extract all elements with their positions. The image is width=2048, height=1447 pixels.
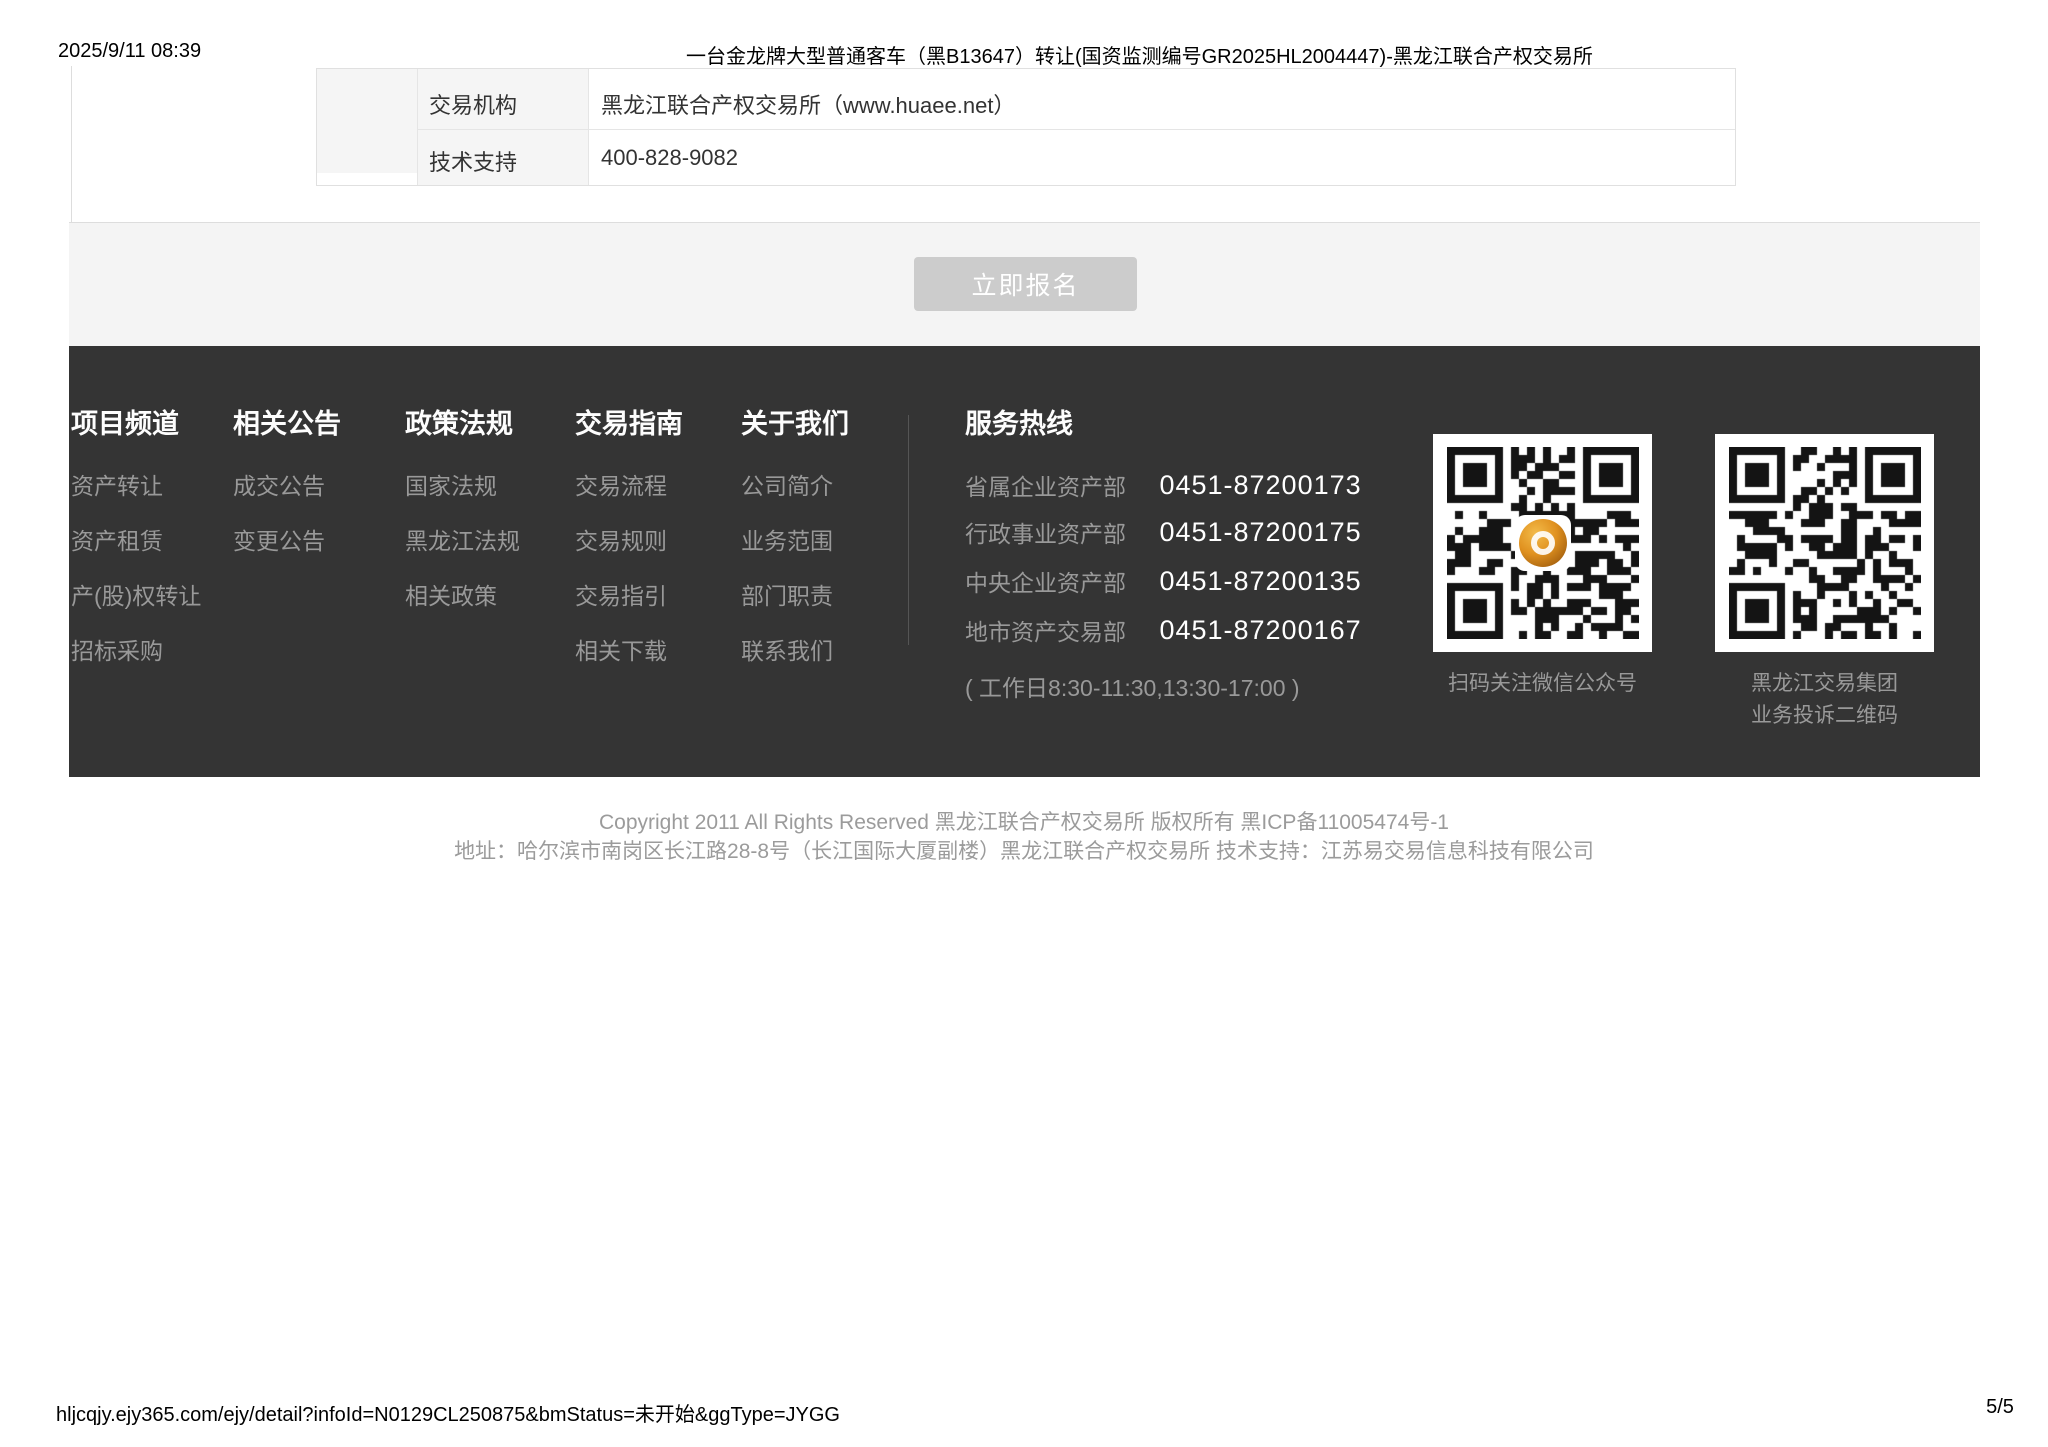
- footer-link[interactable]: 招标采购: [71, 639, 201, 663]
- footer-nav-column-projects: 项目频道 资产转让 资产租赁 产(股)权转让 招标采购: [71, 410, 201, 694]
- footer-link[interactable]: 公司简介: [741, 474, 849, 498]
- footer-link[interactable]: 成交公告: [233, 474, 341, 498]
- table-label-support: 技术支持: [429, 145, 517, 177]
- footer-column-title: 项目频道: [71, 410, 201, 438]
- wechat-qr-code: [1433, 434, 1652, 652]
- exchange-logo-icon: [1515, 515, 1571, 571]
- complaint-qr-code: [1715, 434, 1934, 652]
- hotline-row: 中央企业资产部 0451-87200135: [965, 564, 1362, 598]
- wechat-qr-unit: 扫码关注微信公众号: [1433, 434, 1652, 700]
- footer-link[interactable]: 变更公告: [233, 529, 341, 553]
- service-hotline-title: 服务热线: [965, 410, 1445, 438]
- print-url: hljcqjy.ejy365.com/ejy/detail?infoId=N01…: [56, 1398, 840, 1427]
- hotline-row: 地市资产交易部 0451-87200167: [965, 613, 1362, 647]
- print-datetime: 2025/9/11 08:39: [58, 40, 201, 63]
- hotline-dept: 省属企业资产部: [965, 468, 1155, 502]
- footer-link[interactable]: 交易指引: [575, 584, 683, 608]
- footer-link[interactable]: 相关下载: [575, 639, 683, 663]
- hotline-phone: 0451-87200175: [1159, 517, 1361, 548]
- footer-link[interactable]: 资产租赁: [71, 529, 201, 553]
- footer-link[interactable]: 部门职责: [741, 584, 849, 608]
- print-page: 2025/9/11 08:39 一台金龙牌大型普通客车（黑B13647）转让(国…: [0, 0, 2048, 1447]
- footer-link[interactable]: 相关政策: [405, 584, 520, 608]
- footer-column-title: 关于我们: [741, 410, 849, 438]
- complaint-qr-caption: 黑龙江交易集团 业务投诉二维码: [1715, 668, 1934, 732]
- hotline-row: 省属企业资产部 0451-87200173: [965, 468, 1362, 502]
- copyright-line2: 地址：哈尔滨市南岗区长江路28-8号（长江国际大厦副楼）黑龙江联合产权交易所 技…: [0, 838, 2048, 866]
- footer-link[interactable]: 资产转让: [71, 474, 201, 498]
- footer-link[interactable]: 产(股)权转让: [71, 584, 201, 608]
- copyright-line1: Copyright 2011 All Rights Reserved 黑龙江联合…: [0, 809, 2048, 837]
- footer-divider: [908, 415, 909, 645]
- footer-link[interactable]: 交易规则: [575, 529, 683, 553]
- hotline-phone: 0451-87200135: [1159, 566, 1361, 597]
- hotline-dept: 行政事业资产部: [965, 515, 1155, 549]
- signup-button[interactable]: 立即报名: [914, 257, 1137, 311]
- complaint-qr-caption-line1: 黑龙江交易集团: [1715, 668, 1934, 700]
- site-footer: 项目频道 资产转让 资产租赁 产(股)权转让 招标采购 相关公告 成交公告 变更…: [69, 346, 1980, 777]
- hotline-row: 行政事业资产部 0451-87200175: [965, 515, 1362, 549]
- table-rowspan-cell: [317, 69, 417, 173]
- footer-link[interactable]: 交易流程: [575, 474, 683, 498]
- footer-nav-column-about: 关于我们 公司简介 业务范围 部门职责 联系我们: [741, 410, 849, 694]
- qr-code-image: [1729, 447, 1921, 639]
- footer-column-title: 交易指南: [575, 410, 683, 438]
- hotline-dept: 地市资产交易部: [965, 613, 1155, 647]
- footer-link[interactable]: 黑龙江法规: [405, 529, 520, 553]
- table-column-border: [417, 69, 418, 185]
- print-page-number: 5/5: [1980, 1396, 2020, 1419]
- footer-nav-column-guide: 交易指南 交易流程 交易规则 交易指引 相关下载: [575, 410, 683, 694]
- complaint-qr-caption-line2: 业务投诉二维码: [1715, 700, 1934, 732]
- footer-link[interactable]: 联系我们: [741, 639, 849, 663]
- wechat-qr-caption: 扫码关注微信公众号: [1433, 668, 1652, 700]
- hotline-phone: 0451-87200173: [1159, 470, 1361, 501]
- footer-link[interactable]: 国家法规: [405, 474, 520, 498]
- footer-nav-column-announcements: 相关公告 成交公告 变更公告: [233, 410, 341, 584]
- info-table: 交易机构 黑龙江联合产权交易所（www.huaee.net） 技术支持 400-…: [316, 68, 1736, 186]
- service-hotline: 服务热线 省属企业资产部 0451-87200173 行政事业资产部 0451-…: [965, 410, 1445, 438]
- table-row-border: [418, 129, 1735, 130]
- print-title: 一台金龙牌大型普通客车（黑B13647）转让(国资监测编号GR2025HL200…: [686, 40, 1593, 69]
- hotline-phone: 0451-87200167: [1159, 615, 1361, 646]
- table-value-exchange: 黑龙江联合产权交易所（www.huaee.net）: [601, 88, 1015, 120]
- footer-column-title: 政策法规: [405, 410, 520, 438]
- table-label-exchange: 交易机构: [429, 88, 517, 120]
- hotline-dept: 中央企业资产部: [965, 564, 1155, 598]
- hotline-work-hours: ( 工作日8:30-11:30,13:30-17:00 ): [965, 669, 1300, 703]
- table-column-border: [588, 69, 589, 185]
- footer-nav-column-policies: 政策法规 国家法规 黑龙江法规 相关政策: [405, 410, 520, 639]
- footer-link[interactable]: 业务范围: [741, 529, 849, 553]
- table-value-support: 400-828-9082: [601, 145, 738, 171]
- content-panel-border: [71, 66, 72, 222]
- footer-column-title: 相关公告: [233, 410, 341, 438]
- signup-band: 立即报名: [69, 222, 1980, 346]
- complaint-qr-unit: 黑龙江交易集团 业务投诉二维码: [1715, 434, 1934, 732]
